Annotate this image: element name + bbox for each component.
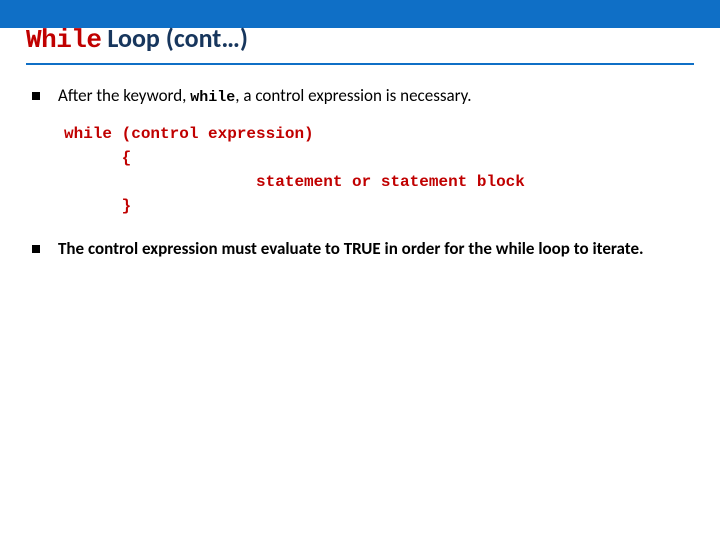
heading-keyword: While <box>26 25 102 55</box>
bullet-text-1: After the keyword, while, a control expr… <box>58 85 472 108</box>
text-fragment: , a control expression is necessary. <box>235 85 471 106</box>
slide-body: While Loop (cont…) After the keyword, wh… <box>0 24 720 261</box>
bullet-text-2: The control expression must evaluate to … <box>58 238 644 261</box>
bullet-list: The control expression must evaluate to … <box>32 238 684 261</box>
bullet-icon <box>32 245 40 253</box>
list-item: The control expression must evaluate to … <box>32 238 684 261</box>
heading-rest: Loop (cont…) <box>102 22 248 54</box>
slide-heading: While Loop (cont…) <box>26 24 694 65</box>
code-block: while (control expression) { statement o… <box>64 122 684 218</box>
slide-content: After the keyword, while, a control expr… <box>26 65 694 261</box>
inline-keyword: while <box>190 89 235 106</box>
text-fragment: After the keyword, <box>58 85 190 106</box>
list-item: After the keyword, while, a control expr… <box>32 85 684 108</box>
bullet-icon <box>32 92 40 100</box>
bullet-list: After the keyword, while, a control expr… <box>32 85 684 108</box>
